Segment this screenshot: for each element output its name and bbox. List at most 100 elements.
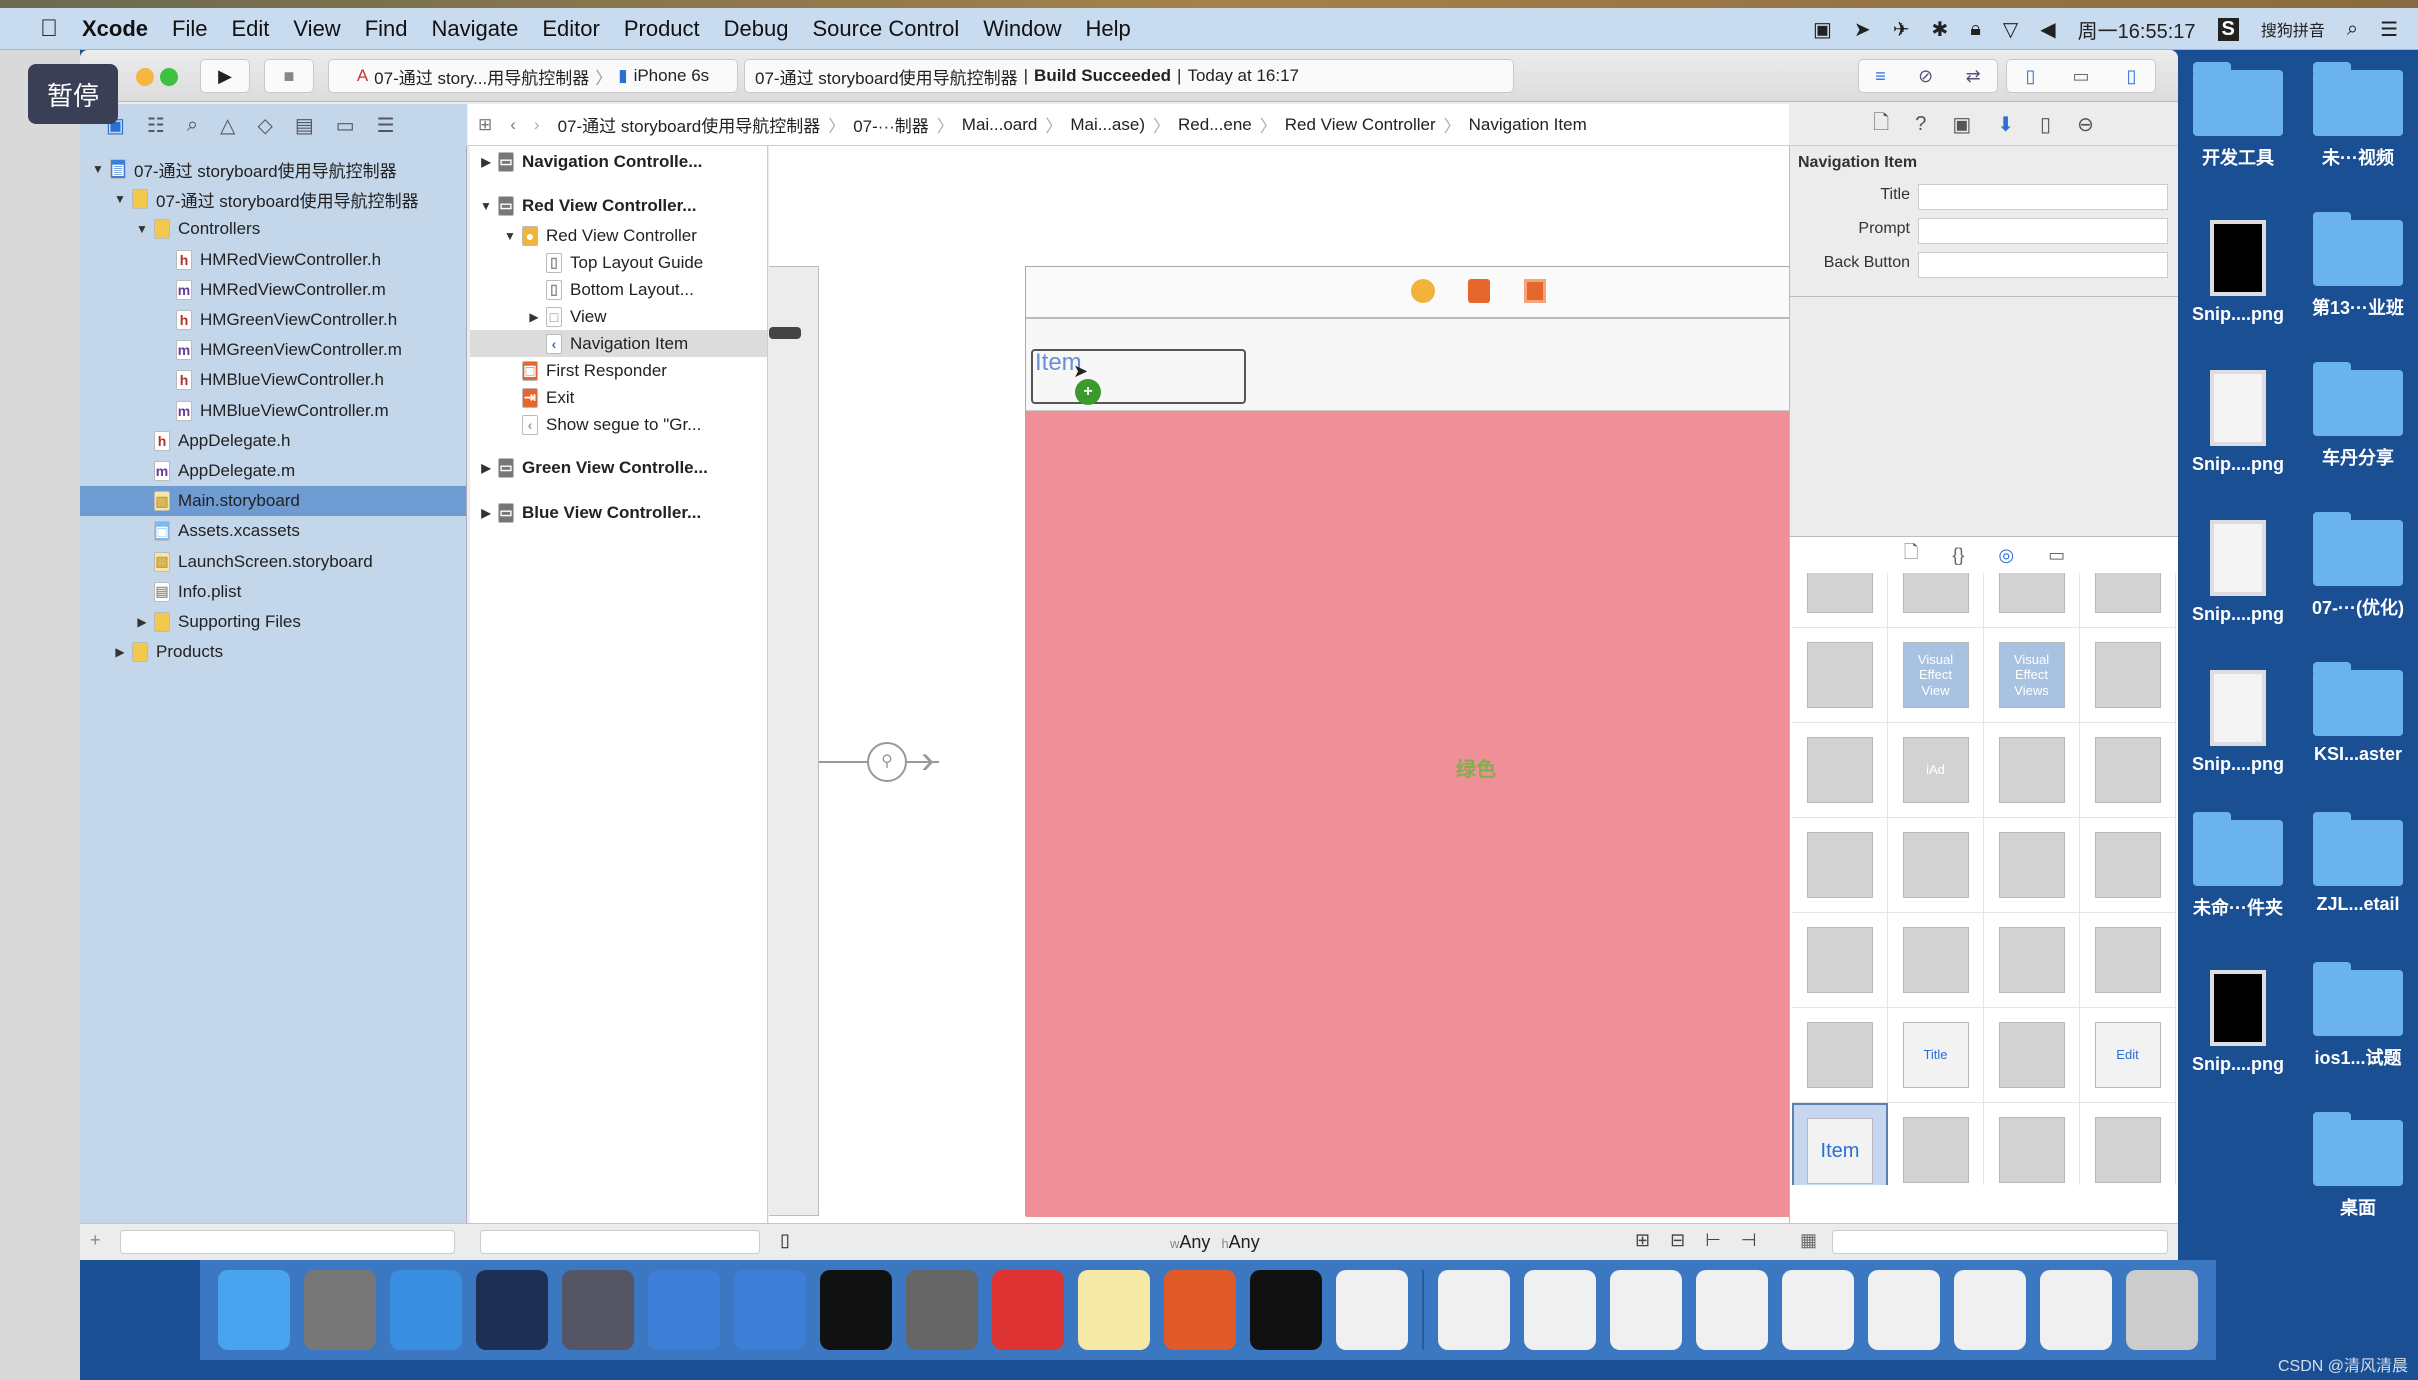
- library-object[interactable]: [1888, 1103, 1984, 1185]
- segue-icon[interactable]: ⚲: [867, 742, 907, 782]
- media-library-icon[interactable]: ▭: [2048, 545, 2065, 566]
- library-object[interactable]: [1984, 1103, 2080, 1185]
- lock-icon[interactable]: 🔒︎: [1970, 18, 1981, 41]
- doc2-icon[interactable]: [1438, 1270, 1510, 1350]
- file-item[interactable]: ▼ ▤ 07-通过 storyboard使用导航控制器: [80, 154, 466, 184]
- file-inspector-icon[interactable]: 🗋: [1873, 108, 1889, 142]
- disclosure-open-icon[interactable]: ▼: [112, 192, 128, 206]
- file-item[interactable]: m HMGreenViewController.m: [80, 335, 466, 365]
- file-template-icon[interactable]: 🗋: [1904, 540, 1918, 570]
- library-object[interactable]: Edit: [2080, 1008, 2176, 1103]
- red-view[interactable]: 绿色: [1026, 411, 1789, 1217]
- menu-window[interactable]: Window: [983, 16, 1061, 42]
- library-filter-input[interactable]: [1832, 1230, 2168, 1254]
- toggle-utilities-icon[interactable]: ▯: [2127, 66, 2137, 87]
- doc7-icon[interactable]: [1868, 1270, 1940, 1350]
- library-object[interactable]: [2080, 573, 2176, 628]
- library-object[interactable]: [1984, 913, 2080, 1008]
- file-item[interactable]: ▤ Info.plist: [80, 577, 466, 607]
- menu-navigate[interactable]: Navigate: [432, 16, 519, 42]
- outline-item[interactable]: ▶ ▭ Green View Controlle...: [470, 454, 767, 481]
- library-object[interactable]: [1792, 723, 1888, 818]
- title-field[interactable]: [1918, 184, 2168, 210]
- file-item[interactable]: h HMRedViewController.h: [80, 245, 466, 275]
- object-library-icon[interactable]: ◎: [1998, 545, 2014, 566]
- trash-icon[interactable]: [2126, 1270, 2198, 1350]
- outline-item[interactable]: ▼ ▭ Red View Controller...: [470, 192, 767, 219]
- volume-icon[interactable]: ◀: [2040, 17, 2055, 42]
- library-object[interactable]: Item: [1792, 1103, 1888, 1185]
- file-item[interactable]: ▼ 07-通过 storyboard使用导航控制器: [80, 184, 466, 214]
- library-object[interactable]: [1984, 723, 2080, 818]
- file-item[interactable]: h HMGreenViewController.h: [80, 305, 466, 335]
- outline-item[interactable]: ⇥ Exit: [470, 384, 767, 411]
- breadcrumb-vc[interactable]: Red View Controller: [1285, 115, 1436, 135]
- zoom-button[interactable]: [160, 68, 178, 86]
- disclosure-closed-icon[interactable]: ▶: [526, 310, 542, 324]
- standard-editor-icon[interactable]: ≡: [1875, 66, 1886, 87]
- desktop-item[interactable]: Snip....png: [2178, 220, 2298, 325]
- bar-button-item[interactable]: Item + ➤: [1031, 349, 1246, 405]
- file-item[interactable]: ▣ Assets.xcassets: [80, 516, 466, 546]
- grid-view-icon[interactable]: ▦: [1800, 1230, 1817, 1251]
- breadcrumb-base[interactable]: Mai...ase): [1070, 115, 1145, 135]
- outline-item[interactable]: ▶ ▭ Blue View Controller...: [470, 499, 767, 526]
- library-object[interactable]: [1792, 1008, 1888, 1103]
- file-item[interactable]: h HMBlueViewController.h: [80, 365, 466, 395]
- menu-product[interactable]: Product: [624, 16, 700, 42]
- breadcrumb-navigation-item[interactable]: Navigation Item: [1469, 115, 1587, 135]
- plane-icon[interactable]: ✈: [1893, 17, 1910, 42]
- pin-icon[interactable]: ⊢: [1705, 1230, 1721, 1251]
- finder-icon[interactable]: [218, 1270, 290, 1350]
- xmind-icon[interactable]: [992, 1270, 1064, 1350]
- scheme-selector[interactable]: A 07-通过 story...用导航控制器 〉 ▮ iPhone 6s: [328, 59, 738, 93]
- toggle-outline-icon[interactable]: ▯: [780, 1230, 790, 1251]
- file-item[interactable]: m AppDelegate.m: [80, 456, 466, 486]
- menu-editor[interactable]: Editor: [542, 16, 599, 42]
- resolve-icon[interactable]: ⊣: [1741, 1230, 1757, 1251]
- library-object[interactable]: [1792, 573, 1888, 628]
- menu-debug[interactable]: Debug: [724, 16, 789, 42]
- library-object[interactable]: [1792, 913, 1888, 1008]
- breadcrumb-storyboard[interactable]: Mai...oard: [962, 115, 1038, 135]
- back-button-field[interactable]: [1918, 252, 2168, 278]
- desktop-item[interactable]: 未命···件夹: [2178, 812, 2298, 920]
- desktop-item[interactable]: Snip....png: [2178, 370, 2298, 475]
- outline-item[interactable]: ▶ □ View: [470, 303, 767, 330]
- desktop-item[interactable]: 未···视频: [2298, 62, 2418, 170]
- menu-find[interactable]: Find: [365, 16, 408, 42]
- mouse-icon[interactable]: [476, 1270, 548, 1350]
- library-object[interactable]: [1792, 628, 1888, 723]
- pause-overlay[interactable]: 暂停: [28, 64, 118, 124]
- library-object[interactable]: [1888, 913, 1984, 1008]
- file-item[interactable]: ▼ Controllers: [80, 214, 466, 244]
- desktop-item[interactable]: ZJL...etail: [2298, 812, 2418, 915]
- outline-item[interactable]: ‹ Show segue to "Gr...: [470, 411, 767, 438]
- outline-item[interactable]: ▯ Top Layout Guide: [470, 249, 767, 276]
- screen-record-icon[interactable]: ▣: [1813, 17, 1832, 42]
- breadcrumb-project[interactable]: 07-通过 storyboard使用导航控制器: [558, 112, 821, 137]
- sogou-icon[interactable]: S: [2217, 17, 2239, 41]
- doc5-icon[interactable]: [1696, 1270, 1768, 1350]
- desktop-item[interactable]: 开发工具: [2178, 62, 2298, 170]
- doc1-icon[interactable]: [1336, 1270, 1408, 1350]
- navigation-controller-scene[interactable]: [769, 266, 819, 1216]
- menu-help[interactable]: Help: [1086, 16, 1131, 42]
- doc6-icon[interactable]: [1782, 1270, 1854, 1350]
- breadcrumb-scene[interactable]: Red...ene: [1178, 115, 1252, 135]
- library-object[interactable]: [1984, 1008, 2080, 1103]
- library-object[interactable]: [2080, 913, 2176, 1008]
- file-item[interactable]: ▧ LaunchScreen.storyboard: [80, 547, 466, 577]
- exit-icon[interactable]: [1524, 279, 1546, 303]
- outline-item[interactable]: ‹ Navigation Item: [470, 330, 767, 357]
- xcode-icon[interactable]: [648, 1270, 720, 1350]
- desktop-item[interactable]: 07-···(优化): [2298, 512, 2418, 620]
- library-object[interactable]: Title: [1888, 1008, 1984, 1103]
- safari-icon[interactable]: [390, 1270, 462, 1350]
- report-navigator-icon[interactable]: ☰: [377, 113, 395, 138]
- file-item[interactable]: ▶ Supporting Files: [80, 607, 466, 637]
- forward-button[interactable]: ›: [534, 115, 540, 135]
- prompt-field[interactable]: [1918, 218, 2168, 244]
- disclosure-open-icon[interactable]: ▼: [134, 222, 150, 236]
- wifi-icon[interactable]: ▽: [2003, 17, 2018, 42]
